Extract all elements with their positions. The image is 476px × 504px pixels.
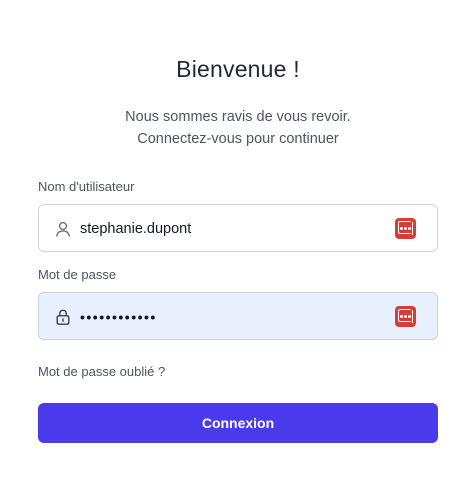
password-manager-icon-dot — [400, 315, 403, 318]
subtitle-line-1: Nous sommes ravis de vous revoir. — [125, 109, 351, 125]
page-title: Bienvenue ! — [176, 56, 300, 82]
password-manager-icon-bar — [411, 222, 413, 235]
password-manager-icon-dot — [400, 227, 403, 230]
password-manager-icon-dot — [404, 315, 407, 318]
password-manager-icon[interactable] — [395, 218, 416, 239]
password-label: Mot de passe — [38, 267, 117, 282]
login-button[interactable]: Connexion — [38, 403, 438, 443]
password-manager-icon-bar — [411, 310, 413, 323]
username-input[interactable] — [80, 205, 380, 253]
user-icon — [56, 221, 70, 237]
lock-icon — [56, 309, 70, 325]
password-manager-icon-dot — [404, 227, 407, 230]
page-subtitle: Nous sommes ravis de vous revoir. Connec… — [0, 106, 476, 150]
username-label: Nom d'utilisateur — [38, 179, 135, 194]
forgot-password-link[interactable]: Mot de passe oublié ? — [38, 364, 165, 379]
username-field[interactable] — [38, 204, 438, 253]
password-manager-icon[interactable] — [395, 306, 416, 327]
password-input[interactable]: •••••••••••• — [80, 293, 380, 341]
password-field[interactable]: •••••••••••• — [38, 292, 438, 340]
subtitle-line-2: Connectez-vous pour continuer — [137, 131, 339, 147]
login-page: Bienvenue ! Nous sommes ravis de vous re… — [0, 0, 476, 504]
